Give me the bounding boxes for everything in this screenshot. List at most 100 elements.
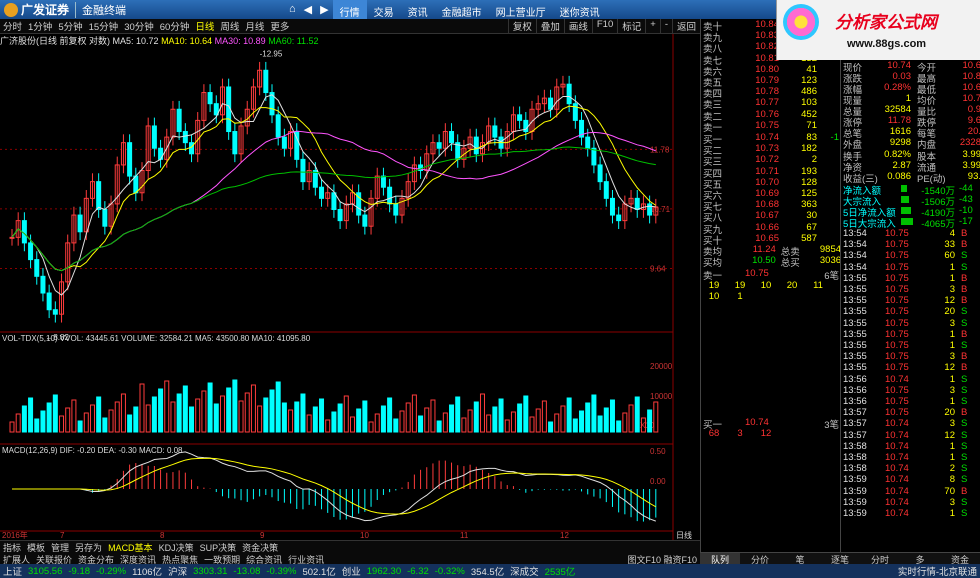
volume-bar [548, 421, 554, 433]
buy1-label: 买一 [703, 420, 723, 431]
candle [207, 92, 213, 105]
tick-time: 13:55 [843, 317, 867, 329]
right-tab-6[interactable]: 资金 [940, 553, 980, 565]
period-8[interactable]: 月线 [242, 19, 267, 33]
info-row-2: 涨幅 0.28% 最低 10.6 [841, 82, 980, 96]
right-tab-3[interactable]: 逐笔 [820, 553, 860, 565]
tick-price: 10.74 [885, 373, 909, 385]
sell1-label: 卖一 [703, 271, 723, 283]
info-value: 1 [905, 93, 911, 104]
tick-vol: 1 [949, 328, 955, 340]
tick-row: 13:59 10.74 70 B [841, 486, 980, 497]
tick-side: B [961, 328, 968, 340]
index-val-3: 2535亿 [544, 567, 576, 578]
sell-row-4-price: 10.80 [755, 63, 779, 75]
tick-time: 13:57 [843, 429, 867, 441]
tool-3[interactable]: F10 [591, 19, 617, 33]
candle [182, 131, 188, 144]
tool-7[interactable]: 返回 [671, 19, 700, 33]
chart-area[interactable]: 11.78 10.71 9.64 -12.95 ←8.82 VOL-TDX(5,10) V… [0, 34, 700, 552]
sell-row-4: 卖六 10.80 41 [701, 63, 841, 78]
nav-trade[interactable]: 交易 [367, 0, 401, 19]
right-tab-4[interactable]: 分时 [860, 553, 900, 565]
buy1-detail: 买一 10.74 3笔 [701, 417, 841, 431]
queue-item: 20 [786, 280, 798, 292]
candlestick-chart[interactable]: 11.7810.719.64-12.95←8.82VOL-TDX(5,10) V… [0, 34, 700, 552]
sell-row-3-label: 卖七 [703, 55, 723, 67]
home-icon[interactable]: ⌂ [285, 0, 300, 19]
period-2[interactable]: 5分钟 [55, 19, 85, 33]
info-row-7: 外盘 9298 内盘 2328 [841, 137, 980, 151]
nav-market[interactable]: 金融超市 [435, 0, 489, 19]
period-9[interactable]: 更多 [267, 19, 292, 33]
buy-row-0-label: 买一 [703, 135, 723, 146]
tick-time: 13:58 [843, 440, 867, 452]
index-name-2[interactable]: 创业 [339, 564, 364, 578]
sell-row-7-label: 卖三 [703, 100, 723, 112]
volume-bar [133, 406, 139, 433]
right-tab-5[interactable]: 多 [900, 553, 940, 565]
period-1[interactable]: 1分钟 [25, 19, 55, 33]
index-name-3[interactable]: 深成交 [507, 564, 542, 578]
period-0[interactable]: 分时 [0, 19, 25, 33]
tick-vol: 1 [949, 508, 955, 519]
tick-vol: 3 [949, 496, 955, 508]
tool-6[interactable]: - [659, 19, 672, 33]
candle [232, 131, 238, 155]
queue-item: 19 [708, 280, 720, 292]
tick-price: 10.75 [885, 239, 909, 251]
buy-row-1-delta [817, 143, 839, 154]
avg_buy-price: 10.50 [752, 255, 776, 267]
volume-bar [294, 401, 300, 433]
tick-vol: 20 [944, 306, 955, 318]
sell-row-1-price: 10.83 [755, 30, 779, 42]
tool-5[interactable]: + [645, 19, 660, 33]
nav-news[interactable]: 资讯 [401, 0, 435, 19]
buy-row-7: 买八 10.67 30 [701, 210, 841, 224]
right-tab-1[interactable]: 分价 [740, 553, 780, 565]
tick-vol: 2 [949, 463, 955, 475]
right-tab-2[interactable]: 笔 [780, 553, 820, 565]
tool-0[interactable]: 复权 [507, 19, 536, 33]
ad-banner[interactable]: 分析家公式网 www.88gs.com [776, 0, 980, 60]
nav-mini-news[interactable]: 迷你资讯 [553, 0, 607, 19]
volume-bar [176, 393, 182, 433]
stock-info-panel: 现价 10.74 今开 10.6 涨跌 0.03 最高 10.8 涨幅 0.28% 最低 10.6 现量… [840, 19, 980, 552]
buy-row-6-vol: 363 [801, 199, 817, 211]
tool-4[interactable]: 标记 [617, 19, 645, 33]
forward-icon[interactable]: ▶ [316, 0, 332, 19]
nav-quotes[interactable]: 行情 [332, 0, 367, 19]
flow-extra: -10 [959, 205, 973, 216]
ad-title: 分析家公式网 [835, 13, 937, 32]
volume-bar [591, 394, 597, 433]
buy-row-6-delta [817, 199, 839, 210]
index-name-0[interactable]: 上证 [0, 564, 25, 578]
buy-row-2-vol: 2 [811, 154, 817, 166]
tick-vol: 1 [949, 261, 955, 273]
buy-row-4-price: 10.70 [755, 176, 779, 188]
volume-bar [312, 406, 318, 433]
period-7[interactable]: 周线 [217, 19, 242, 33]
back-icon[interactable]: ◀ [300, 0, 316, 19]
volume-bar [380, 405, 386, 433]
sell-row-5-vol: 123 [801, 75, 817, 86]
tick-row: 13:57 10.75 20 B [841, 407, 980, 418]
buy-row-1-price: 10.73 [755, 143, 779, 155]
index-name-1[interactable]: 沪深 [165, 564, 190, 578]
info-value: 9.6 [967, 115, 980, 126]
tick-vol: 20 [944, 407, 955, 419]
tick-price: 10.75 [885, 351, 909, 363]
period-6[interactable]: 日线 [192, 19, 217, 33]
period-4[interactable]: 30分钟 [121, 19, 157, 33]
tool-2[interactable]: 画线 [563, 19, 592, 33]
tick-price: 10.75 [885, 250, 909, 262]
nav-online-hall[interactable]: 网上营业厅 [489, 0, 553, 19]
period-3[interactable]: 15分钟 [86, 19, 122, 33]
candle [362, 214, 368, 227]
candle [597, 164, 603, 183]
period-5[interactable]: 60分钟 [157, 19, 193, 33]
right-tab-0[interactable]: 队列 [700, 553, 740, 565]
candle [21, 220, 27, 244]
tool-1[interactable]: 叠加 [535, 19, 564, 33]
buy-row-1: 买二 10.73 182 [701, 143, 841, 157]
